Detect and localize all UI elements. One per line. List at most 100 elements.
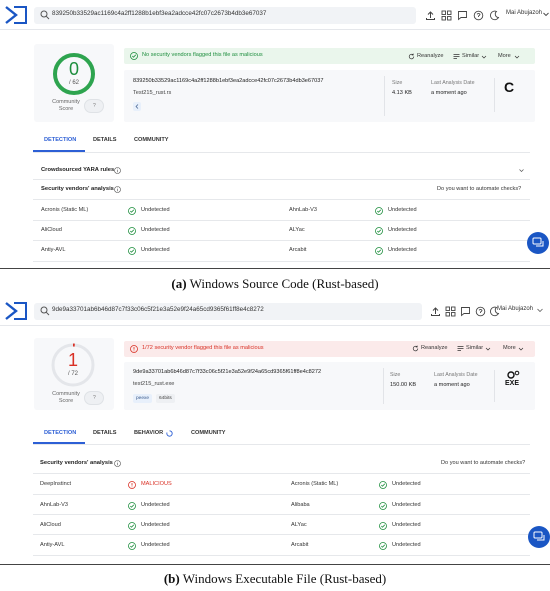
loading-spinner-icon xyxy=(166,430,173,437)
help-icon[interactable] xyxy=(475,306,486,317)
vendor-name: ALYac xyxy=(291,522,307,528)
caption-b: (b) Windows Executable File (Rust-based) xyxy=(0,571,550,587)
virustotal-logo[interactable] xyxy=(4,5,28,25)
vendors-title: Security vendors' analysis xyxy=(41,186,114,192)
grid-icon[interactable] xyxy=(441,10,452,21)
check-circle-icon xyxy=(128,522,136,530)
vendor-name: Arcabit xyxy=(289,247,307,253)
help-icon[interactable] xyxy=(473,10,484,21)
tab-detection[interactable]: DETECTION xyxy=(44,137,76,143)
refresh-icon[interactable] xyxy=(412,345,419,352)
reanalyze-button[interactable]: Reanalyze xyxy=(421,345,447,351)
automate-link[interactable]: Do you want to automate checks? xyxy=(437,186,521,192)
search-icon xyxy=(40,10,50,20)
grid-icon[interactable] xyxy=(445,306,456,317)
chevron-down-icon[interactable] xyxy=(518,346,524,352)
tab-details[interactable]: DETAILS xyxy=(93,137,117,143)
file-hash[interactable]: 9de9a33701ab6b46d87c7f33c06c5f21e3a52e9f… xyxy=(133,369,321,375)
community-score-label: Community Score xyxy=(46,99,86,113)
community-score-value: ? xyxy=(93,395,96,401)
total-engines: / 72 xyxy=(67,371,78,377)
row-divider xyxy=(33,261,530,262)
similar-button[interactable]: Similar xyxy=(462,53,479,59)
community-score-value: ? xyxy=(93,103,96,109)
moon-icon[interactable] xyxy=(489,10,500,21)
chat-bubble-button[interactable] xyxy=(527,232,549,254)
chat-icon[interactable] xyxy=(460,306,471,317)
tab-community[interactable]: COMMUNITY xyxy=(191,430,226,436)
community-score-label: Community Score xyxy=(46,391,86,405)
banner-text: No security vendors flagged this file as… xyxy=(142,52,263,58)
vendor-result: Undetected xyxy=(141,522,170,528)
gauge-text: 0 / 62 xyxy=(52,52,96,96)
tab-details[interactable]: DETAILS xyxy=(93,430,117,436)
vendor-name: ALYac xyxy=(289,227,305,233)
upload-icon[interactable] xyxy=(430,306,441,317)
community-score-toggle[interactable]: ? xyxy=(84,99,104,113)
yara-title[interactable]: Crowdsourced YARA rules xyxy=(41,167,114,173)
refresh-icon[interactable] xyxy=(408,53,415,60)
chevron-down-icon[interactable] xyxy=(542,10,550,18)
vendor-result: Undetected xyxy=(392,542,421,548)
chevron-down-icon[interactable] xyxy=(518,167,525,174)
similar-icon[interactable] xyxy=(457,345,464,352)
tab-community[interactable]: COMMUNITY xyxy=(134,137,169,143)
vendor-name: AliCloud xyxy=(40,522,61,528)
similar-icon[interactable] xyxy=(453,53,460,60)
check-circle-icon xyxy=(128,502,136,510)
tab-behavior[interactable]: BEHAVIOR xyxy=(134,430,163,436)
row-divider xyxy=(33,199,530,200)
file-hash[interactable]: 839250b33529ac1169c4a2ff1288b1ebf3ea2adc… xyxy=(133,78,323,84)
virustotal-logo[interactable] xyxy=(4,301,28,321)
row-divider xyxy=(33,473,530,474)
vendor-name: Arcabit xyxy=(291,542,309,548)
vendor-result: Undetected xyxy=(392,502,421,508)
vendor-result: Undetected xyxy=(388,207,417,213)
info-icon xyxy=(114,460,121,467)
tab-detection[interactable]: DETECTION xyxy=(44,430,76,436)
vendor-name: DeepInstinct xyxy=(40,481,72,487)
last-analysis-value: a moment ago xyxy=(434,382,470,388)
automate-link[interactable]: Do you want to automate checks? xyxy=(441,460,525,466)
size-label: Size xyxy=(390,372,401,378)
caption-b-label: (b) xyxy=(163,571,180,586)
more-button[interactable]: More xyxy=(503,345,516,351)
more-button[interactable]: More xyxy=(498,53,511,59)
vendor-name: AhnLab-V3 xyxy=(40,502,68,508)
community-score-toggle[interactable]: ? xyxy=(84,391,104,405)
search-input[interactable]: 9de9a33701ab6b46d87c7f33c06c5f21e3a52e9f… xyxy=(34,303,422,320)
chevron-down-icon[interactable] xyxy=(514,54,520,60)
search-input[interactable]: 839250b33529ac1169c4a2ff1288b1ebf3ea2adc… xyxy=(34,7,416,24)
caption-b-text: Windows Executable File (Rust-based) xyxy=(179,571,387,586)
row-divider xyxy=(33,514,530,515)
chat-icon xyxy=(533,531,545,541)
chevron-down-icon[interactable] xyxy=(485,346,491,352)
row-divider xyxy=(33,220,530,221)
top-bar: 9de9a33701ab6b46d87c7f33c06c5f21e3a52e9f… xyxy=(0,296,550,326)
tag-64bits[interactable]: 64bits xyxy=(156,394,175,403)
chevron-down-icon[interactable] xyxy=(481,54,487,60)
chevron-down-icon[interactable] xyxy=(536,306,544,314)
panel-divider xyxy=(0,564,550,565)
upload-icon[interactable] xyxy=(425,10,436,21)
chat-bubble-button[interactable] xyxy=(528,526,550,548)
size-label: Size xyxy=(392,80,403,86)
chat-icon[interactable] xyxy=(457,10,468,21)
check-circle-icon xyxy=(128,207,136,215)
user-name[interactable]: Mai Abujazoh xyxy=(506,10,542,16)
reanalyze-button[interactable]: Reanalyze xyxy=(417,53,443,59)
user-name[interactable]: Mai Abujazoh xyxy=(497,306,533,312)
row-divider xyxy=(33,494,530,495)
search-value: 839250b33529ac1169c4a2ff1288b1ebf3ea2adc… xyxy=(52,10,267,17)
check-circle-icon xyxy=(128,542,136,550)
check-circle-icon xyxy=(375,227,383,235)
row-divider xyxy=(33,534,530,535)
tag-expand[interactable] xyxy=(133,102,141,111)
tag-peexe[interactable]: peexe xyxy=(133,394,153,403)
row-divider xyxy=(33,555,530,556)
similar-button[interactable]: Similar xyxy=(466,345,483,351)
file-type-icon: EXE xyxy=(502,370,524,392)
last-analysis-label: Last Analysis Date xyxy=(434,372,478,378)
file-type-icon: C xyxy=(500,78,520,98)
file-name: Test215_rust.rs xyxy=(133,90,172,96)
